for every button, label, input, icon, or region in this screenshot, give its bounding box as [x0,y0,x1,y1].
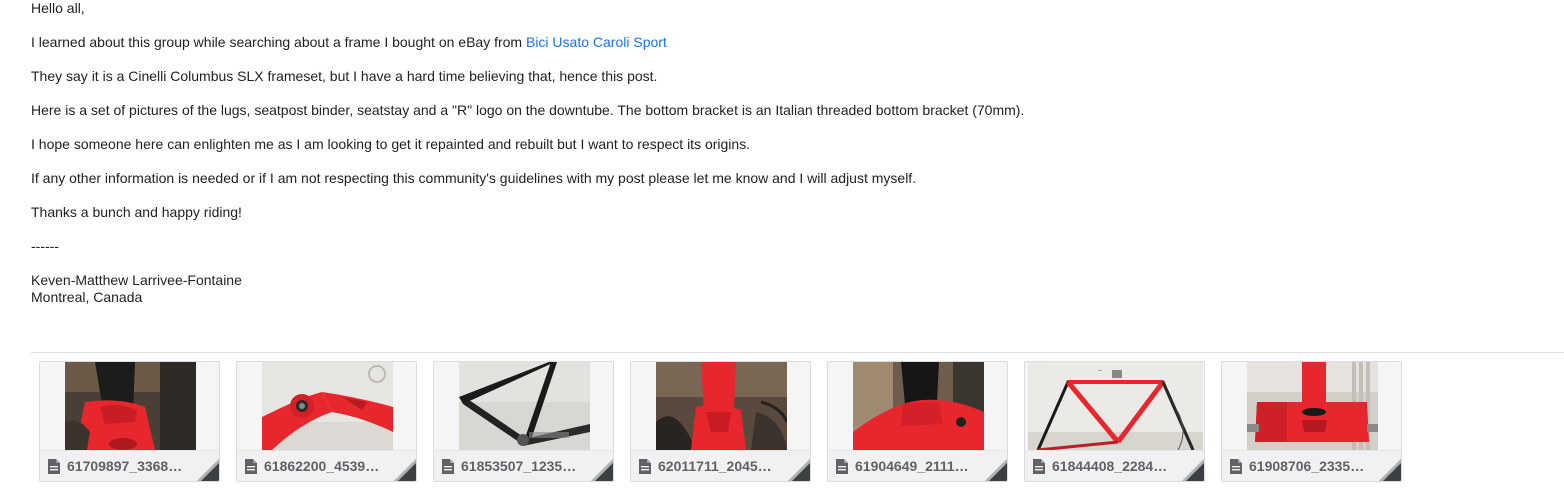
attachment-thumbnail [459,362,590,450]
signature-separator: ------ [31,238,59,254]
attachment-footer: 61853507_1235… [434,450,613,481]
attachment-filename: 61862200_4539… [264,458,380,474]
attachment-footer: 61844408_2284… [1025,450,1204,481]
svg-text:~: ~ [1098,368,1102,374]
page-curl-icon [197,459,219,481]
file-icon [442,459,454,474]
attachment-thumbnail [656,362,787,450]
attachment-footer: 61709897_3368… [40,450,219,481]
attachment-thumbnail: ~ [1028,362,1203,450]
file-icon [639,459,651,474]
attachment-filename: 62011711_2045… [658,458,772,474]
seller-link[interactable]: Bici Usato Caroli Sport [526,34,667,50]
file-icon [836,459,848,474]
attachment-card[interactable]: 62011711_2045… [630,361,811,482]
file-icon [1230,459,1242,474]
attachment-card[interactable]: ~ 61844408_2284… [1024,361,1205,482]
file-icon [245,459,257,474]
attachment-footer: 61862200_4539… [237,450,416,481]
attachment-filename: 61853507_1235… [461,458,577,474]
attachment-footer: 61908706_2335… [1222,450,1401,481]
attachment-filename: 61908706_2335… [1249,458,1365,474]
page-curl-icon [1379,459,1401,481]
attachment-footer: 61904649_2111… [828,450,1007,481]
page-curl-icon [985,459,1007,481]
attachment-thumbnail [65,362,196,450]
file-icon [1033,459,1045,474]
attachment-thumbnail [853,362,984,450]
paragraph-ebay: I learned about this group while searchi… [31,34,667,51]
paragraph-info: If any other information is needed or if… [31,170,917,186]
attachment-card[interactable]: 61862200_4539… [236,361,417,482]
attachment-card[interactable]: 61709897_3368… [39,361,220,482]
paragraph-ebay-text: I learned about this group while searchi… [31,34,526,50]
attachment-card[interactable]: 61853507_1235… [433,361,614,482]
greeting: Hello all, [31,0,85,16]
file-icon [48,459,60,474]
paragraph-frameset: They say it is a Cinelli Columbus SLX fr… [31,68,658,84]
paragraph-thanks: Thanks a bunch and happy riding! [31,204,242,220]
paragraph-pictures: Here is a set of pictures of the lugs, s… [31,102,1025,118]
page-curl-icon [394,459,416,481]
attachment-filename: 61904649_2111… [855,458,969,474]
attachment-footer: 62011711_2045… [631,450,810,481]
signature-name: Keven-Matthew Larrivee-Fontaine [31,272,242,288]
attachment-card[interactable]: 61904649_2111… [827,361,1008,482]
attachment-filename: 61844408_2284… [1052,458,1168,474]
attachments-list: 61709897_3368… 61862200_4539… 61853507_1… [39,361,1409,482]
page-curl-icon [591,459,613,481]
attachments-divider [31,352,1564,353]
attachment-card[interactable]: 61908706_2335… [1221,361,1402,482]
attachment-thumbnail [262,362,393,450]
page-curl-icon [1182,459,1204,481]
attachment-thumbnail [1247,362,1378,450]
attachment-filename: 61709897_3368… [67,458,183,474]
paragraph-enlighten: I hope someone here can enlighten me as … [31,136,751,152]
signature-location: Montreal, Canada [31,289,143,305]
page-curl-icon [788,459,810,481]
